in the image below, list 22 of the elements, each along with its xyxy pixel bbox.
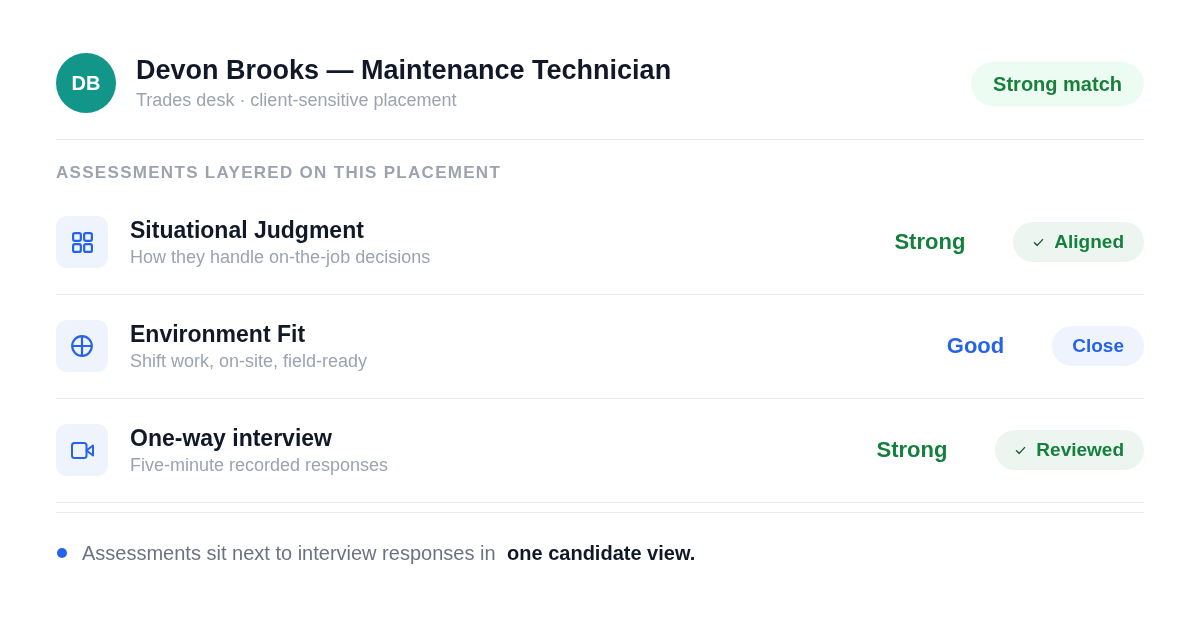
- rating-label: Strong: [876, 437, 948, 463]
- section-heading: ASSESSMENTS LAYERED ON THIS PLACEMENT: [56, 163, 503, 183]
- status-badge: Reviewed: [995, 430, 1144, 470]
- candidate-title: Devon Brooks — Maintenance Technician: [136, 54, 673, 86]
- assessment-title: Situational Judgment: [130, 216, 365, 244]
- candidate-subtitle: Trades desk · client-sensitive placement: [136, 89, 458, 112]
- assessment-description: How they handle on-the-job decisions: [130, 246, 432, 268]
- match-badge: Strong match: [971, 62, 1144, 106]
- status-badge: Aligned: [1013, 222, 1144, 262]
- bullet-dot-icon: [57, 548, 67, 558]
- assessment-description: Five-minute recorded responses: [130, 454, 390, 476]
- crosshair-circle-icon: [71, 335, 93, 357]
- rating-label: Good: [946, 333, 1005, 359]
- avatar: DB: [56, 53, 116, 113]
- assessment-description: Shift work, on-site, field-ready: [130, 350, 369, 372]
- rating-label: Strong: [894, 229, 966, 255]
- assessment-title: One-way interview: [130, 424, 333, 452]
- footer-note: Assessments sit next to interview responses in one candidate view.: [82, 541, 696, 565]
- status-badge: Close: [1052, 326, 1144, 366]
- grid-icon: [71, 231, 93, 253]
- video-camera-icon: [70, 441, 94, 459]
- assessment-title: Environment Fit: [130, 320, 307, 348]
